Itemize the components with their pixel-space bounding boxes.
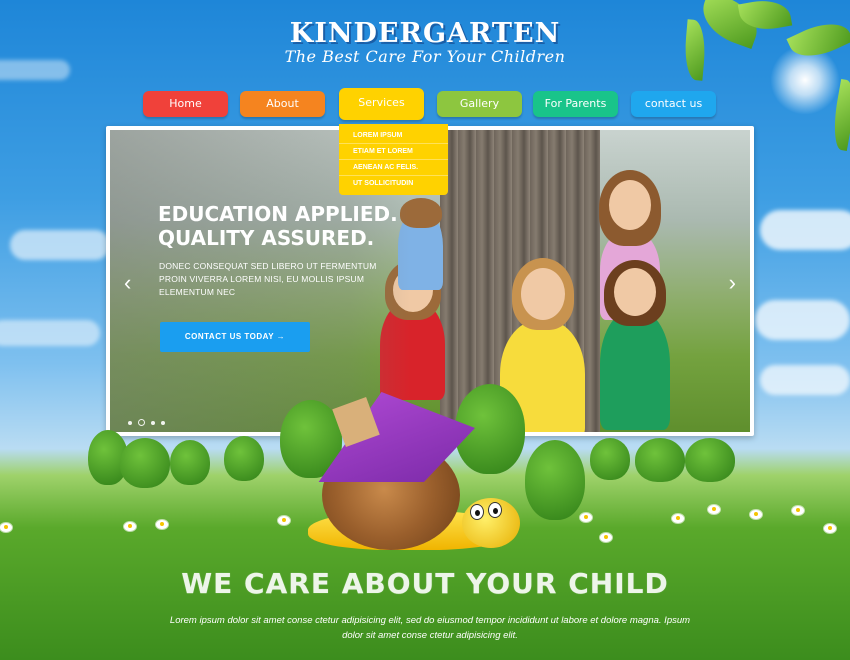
slide-headline: EDUCATION APPLIED. QUALITY ASSURED. [158, 202, 398, 250]
snail-eye [470, 504, 484, 520]
slide-subtext: DONEC CONSEQUAT SED LIBERO UT FERMENTUM … [159, 261, 377, 297]
daisy-flower [600, 533, 612, 542]
daisy-flower [124, 522, 136, 531]
cloud [0, 320, 100, 346]
slider-dot[interactable] [128, 421, 132, 425]
nav-gallery[interactable]: Gallery [437, 91, 522, 117]
cloud [10, 230, 110, 260]
section-text: Lorem ipsum dolor sit amet conse ctetur … [169, 615, 691, 641]
daisy-flower [824, 524, 836, 533]
cloud [760, 210, 850, 250]
slider-next-arrow-icon[interactable]: › [729, 270, 736, 296]
nav-home[interactable]: Home [143, 91, 228, 117]
logo-tagline: The Best Care For Your Children [284, 47, 566, 66]
slider-pagination [128, 412, 171, 430]
daisy-flower [278, 516, 290, 525]
dropdown-item[interactable]: ETIAM ET LOREM [339, 144, 448, 160]
tree-illustration [685, 438, 735, 482]
cloud [755, 300, 850, 340]
tree-illustration [170, 440, 210, 485]
nav-contact-us[interactable]: contact us [631, 91, 716, 117]
dropdown-item[interactable]: LOREM IPSUM [339, 128, 448, 144]
daisy-flower [580, 513, 592, 522]
services-dropdown: LOREM IPSUM ETIAM ET LOREM AENEAN AC FEL… [339, 124, 448, 195]
dropdown-item[interactable]: AENEAN AC FELIS. [339, 160, 448, 176]
contact-us-today-button[interactable]: CONTACT US TODAY → [160, 322, 310, 352]
tree-illustration [635, 438, 685, 482]
child-figure [600, 260, 670, 430]
cloud [760, 365, 850, 395]
tree-illustration [590, 438, 630, 480]
daisy-flower [0, 523, 12, 532]
nav-about[interactable]: About [240, 91, 325, 117]
slider-dot[interactable] [161, 421, 165, 425]
tree-illustration [525, 440, 585, 520]
slider-dot[interactable] [151, 421, 155, 425]
daisy-flower [708, 505, 720, 514]
slider-prev-arrow-icon[interactable]: ‹ [124, 270, 131, 296]
daisy-flower [156, 520, 168, 529]
tree-illustration [120, 438, 170, 488]
snail-eye [488, 502, 502, 518]
daisy-flower [750, 510, 762, 519]
site-logo[interactable]: KINDERGARTEN The Best Care For Your Chil… [0, 18, 850, 66]
nav-services[interactable]: Services [339, 88, 424, 120]
section-title: WE CARE ABOUT YOUR CHILD [181, 567, 669, 600]
dropdown-item[interactable]: UT SOLLICITUDIN [339, 176, 448, 191]
logo-title: KINDERGARTEN [289, 18, 561, 49]
slider-dot-active[interactable] [138, 419, 145, 426]
nav-for-parents[interactable]: For Parents [533, 91, 618, 117]
tree-illustration [224, 436, 264, 481]
daisy-flower [672, 514, 684, 523]
daisy-flower [792, 506, 804, 515]
snail-head [462, 498, 520, 548]
